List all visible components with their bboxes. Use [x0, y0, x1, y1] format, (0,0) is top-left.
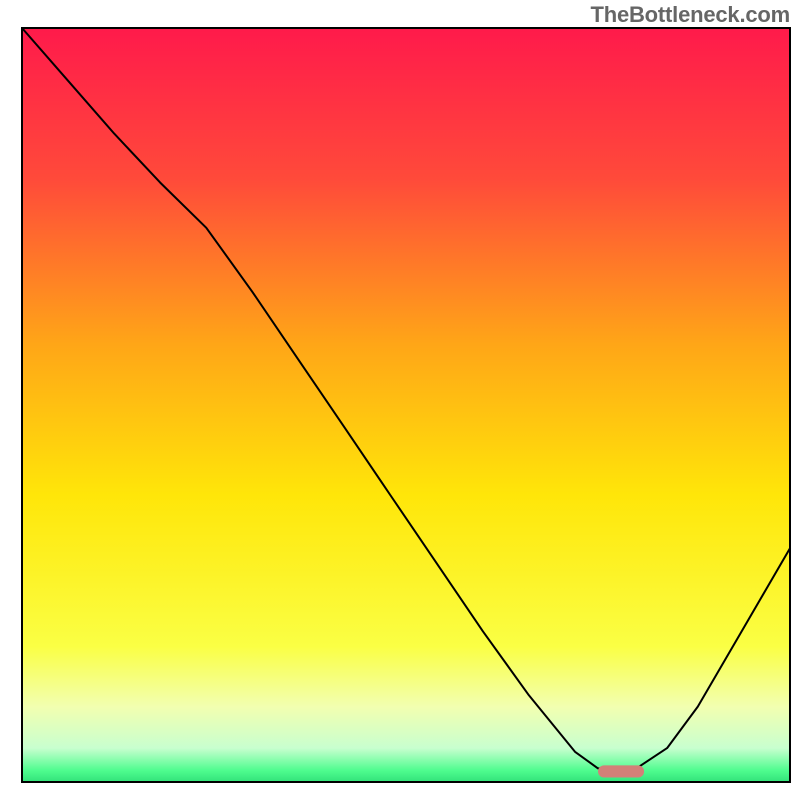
optimal-marker [598, 765, 644, 777]
chart-container: TheBottleneck.com [0, 0, 800, 800]
chart-background [22, 28, 790, 782]
bottleneck-chart [0, 0, 800, 800]
